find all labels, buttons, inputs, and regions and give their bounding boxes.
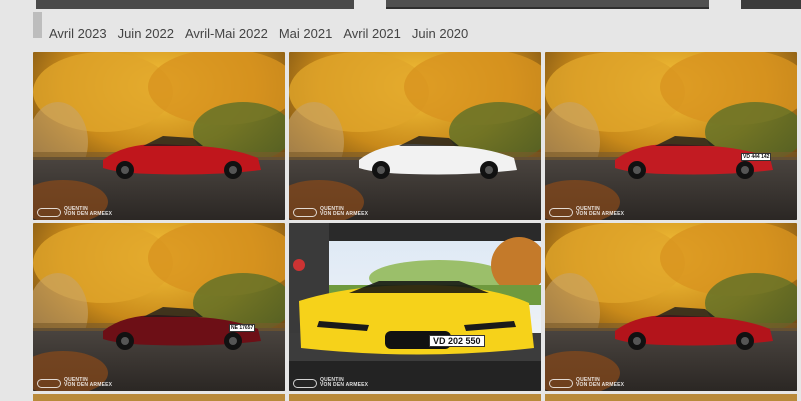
top-nav-block-2: [386, 0, 709, 9]
top-nav-block-3: [741, 0, 801, 9]
tab-juin-2022[interactable]: Juin 2022: [118, 26, 174, 42]
photo-tile[interactable]: VD 202 550 QUENTIN VON DEN ARMEEX: [289, 223, 541, 391]
watermark-line2: VON DEN ARMEEX: [64, 211, 113, 217]
watermark-line2: VON DEN ARMEEX: [320, 211, 369, 217]
tab-mai-2021[interactable]: Mai 2021: [279, 26, 332, 42]
tab-avril-2021[interactable]: Avril 2021: [343, 26, 401, 42]
watermark-line2: VON DEN ARMEEX: [576, 382, 625, 388]
watermark-line2: VON DEN ARMEEX: [64, 382, 113, 388]
photo-tile-partial[interactable]: [289, 394, 541, 401]
watermark-line2: VON DEN ARMEEX: [320, 382, 369, 388]
watermark: QUENTIN VON DEN ARMEEX: [37, 378, 112, 388]
date-tabs: Avril 2023 Juin 2022 Avril-Mai 2022 Mai …: [49, 26, 479, 42]
top-nav-block-1: [36, 0, 354, 9]
tab-scroll-marker: [33, 12, 42, 38]
watermark-logo: [37, 207, 61, 217]
watermark: QUENTIN VON DEN ARMEEX: [37, 207, 112, 217]
photo-tile[interactable]: VD 444 142 QUENTIN VON DEN ARMEEX: [545, 52, 797, 220]
watermark: QUENTIN VON DEN ARMEEX: [549, 207, 624, 217]
photo-grid: QUENTIN VON DEN ARMEEX QUENTIN VON DEN ARM…: [33, 52, 801, 401]
photo-tile[interactable]: QUENTIN VON DEN ARMEEX: [545, 223, 797, 391]
watermark-logo: [549, 207, 573, 217]
photo-tile[interactable]: NE 17657 QUENTIN VON DEN ARMEEX: [33, 223, 285, 391]
license-plate: VD 444 142: [741, 153, 772, 161]
photo-tile[interactable]: QUENTIN VON DEN ARMEEX: [33, 52, 285, 220]
license-plate: VD 202 550: [429, 335, 485, 347]
watermark: QUENTIN VON DEN ARMEEX: [293, 207, 368, 217]
watermark-logo: [549, 378, 573, 388]
license-plate: NE 17657: [229, 324, 256, 332]
tab-avril-mai-2022[interactable]: Avril-Mai 2022: [185, 26, 268, 42]
tab-juin-2020[interactable]: Juin 2020: [412, 26, 468, 42]
watermark-line2: VON DEN ARMEEX: [576, 211, 625, 217]
photo-tile-partial[interactable]: [33, 394, 285, 401]
watermark: QUENTIN VON DEN ARMEEX: [549, 378, 624, 388]
watermark-logo: [37, 378, 61, 388]
watermark-logo: [293, 207, 317, 217]
tab-avril-2023[interactable]: Avril 2023: [49, 26, 107, 42]
watermark-logo: [293, 378, 317, 388]
photo-tile[interactable]: QUENTIN VON DEN ARMEEX: [289, 52, 541, 220]
watermark: QUENTIN VON DEN ARMEEX: [293, 378, 368, 388]
photo-tile-partial[interactable]: [545, 394, 797, 401]
